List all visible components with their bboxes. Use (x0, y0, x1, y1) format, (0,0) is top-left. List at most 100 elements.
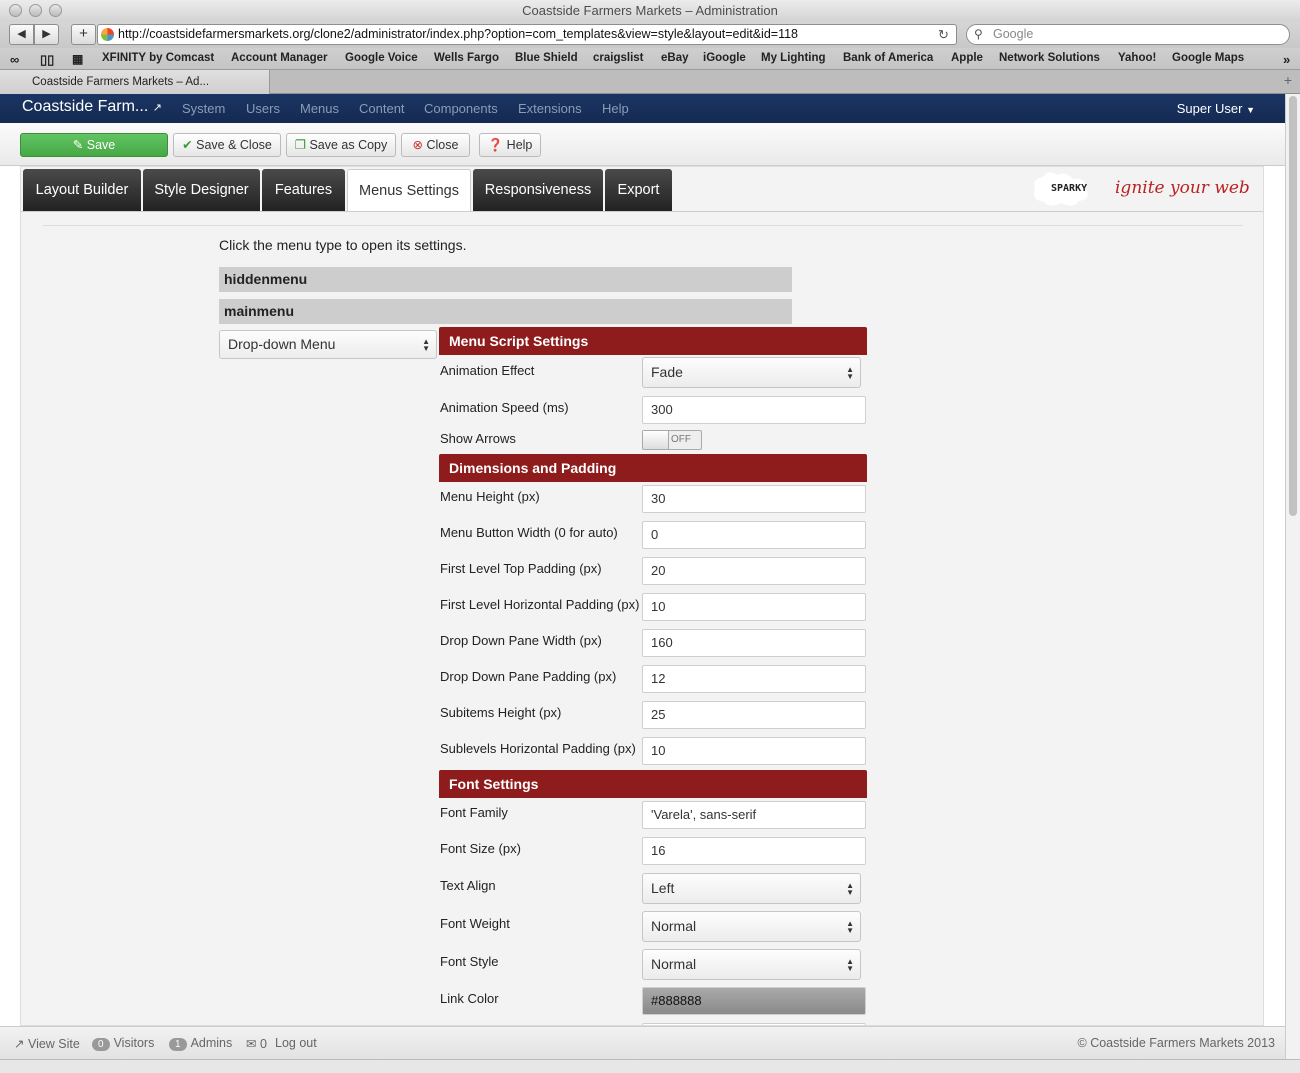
bookmark-item[interactable]: Apple (951, 52, 983, 64)
subitems-height-input[interactable]: 25 (642, 701, 866, 729)
address-bar[interactable]: http://coastsidefarmersmarkets.org/clone… (97, 24, 957, 45)
tab-export[interactable]: Export (605, 169, 672, 211)
check-icon: ✔ (182, 138, 193, 152)
bookmark-item[interactable]: XFINITY by Comcast (102, 52, 214, 64)
save-close-button[interactable]: ✔ Save & Close (173, 133, 281, 157)
question-icon: ❓ (487, 138, 504, 152)
admins-label: Admins (190, 1036, 233, 1050)
label-link-color: Link Color (440, 991, 499, 1006)
save-button[interactable]: ✎ Save (20, 133, 168, 157)
tab-features[interactable]: Features (262, 169, 345, 211)
bookmarks-bar: ∞ ▯▯ ▦ XFINITY by Comcast Account Manage… (0, 48, 1300, 70)
admin-navbar: Coastside Farm... ↗ System Users Menus C… (0, 94, 1285, 123)
font-style-select[interactable]: Normal ▲ ▼ (642, 949, 861, 980)
reload-icon[interactable]: ↻ (938, 27, 949, 43)
animation-effect-select[interactable]: Fade ▲ ▼ (642, 357, 861, 388)
font-family-input[interactable]: 'Varela', sans-serif (642, 801, 866, 829)
browser-tab[interactable]: Coastside Farmers Markets – Ad... (0, 70, 270, 94)
menu-type-value: Drop-down Menu (228, 336, 336, 352)
label-font-family: Font Family (440, 805, 508, 820)
bookmark-item[interactable]: Google Maps (1172, 52, 1244, 64)
tab-style-designer[interactable]: Style Designer (143, 169, 260, 211)
tab-layout-builder[interactable]: Layout Builder (23, 169, 141, 211)
tab-divider (21, 211, 1263, 212)
sparky-tagline: ignite your web (1115, 178, 1250, 198)
forward-button[interactable]: ▶ (34, 24, 59, 45)
help-label: Help (506, 138, 533, 152)
new-tab-icon[interactable]: + (1284, 72, 1292, 88)
menu-item-mainmenu[interactable]: mainmenu (219, 299, 792, 324)
menu-users[interactable]: Users (246, 101, 280, 116)
site-brand-link[interactable]: Coastside Farm... ↗ (22, 98, 162, 116)
top-padding-input[interactable]: 20 (642, 557, 866, 585)
bookmark-item[interactable]: Wells Fargo (434, 52, 499, 64)
search-icon: ⚲ (974, 27, 983, 41)
tab-menus-settings[interactable]: Menus Settings (347, 169, 471, 211)
scrollbar-thumb[interactable] (1289, 96, 1297, 516)
tab-responsiveness[interactable]: Responsiveness (473, 169, 603, 211)
text-align-value: Left (651, 880, 675, 896)
font-style-value: Normal (651, 956, 697, 972)
font-weight-select[interactable]: Normal ▲ ▼ (642, 911, 861, 942)
menu-type-select[interactable]: Drop-down Menu ▲ ▼ (219, 330, 437, 359)
zoom-window-button[interactable] (49, 4, 62, 17)
top-sites-icon[interactable]: ▦ (72, 52, 83, 66)
menu-height-input[interactable]: 30 (642, 485, 866, 513)
section-menu-script: Menu Script Settings (439, 327, 867, 355)
bookmark-item[interactable]: Network Solutions (999, 52, 1100, 64)
bookmark-item[interactable]: eBay (661, 52, 689, 64)
save-copy-button[interactable]: ❐ Save as Copy (286, 133, 396, 157)
bookmark-item[interactable]: Yahoo! (1118, 52, 1156, 64)
bookmark-item[interactable]: Bank of America (843, 52, 933, 64)
minimize-window-button[interactable] (29, 4, 42, 17)
button-width-input[interactable]: 0 (642, 521, 866, 549)
pane-padding-input[interactable]: 12 (642, 665, 866, 693)
bookmark-item[interactable]: iGoogle (703, 52, 746, 64)
browser-toolbar: ◀ ▶ + http://coastsidefarmersmarkets.org… (0, 22, 1300, 48)
menu-menus[interactable]: Menus (300, 101, 339, 116)
sublevels-padding-input[interactable]: 10 (642, 737, 866, 765)
close-button[interactable]: ⊗ Close (401, 133, 470, 157)
menu-system[interactable]: System (182, 101, 225, 116)
admins-status: 1 Admins (169, 1036, 232, 1051)
label-show-arrows: Show Arrows (440, 431, 516, 446)
bookmark-item[interactable]: Blue Shield (515, 52, 578, 64)
close-window-button[interactable] (9, 4, 22, 17)
bookmark-item[interactable]: Google Voice (345, 52, 418, 64)
bookmarks-icon[interactable]: ▯▯ (40, 52, 54, 68)
menu-item-hiddenmenu[interactable]: hiddenmenu (219, 267, 792, 292)
pane-width-input[interactable]: 160 (642, 629, 866, 657)
logout-link[interactable]: Log out (275, 1036, 317, 1050)
show-arrows-toggle[interactable]: OFF (642, 430, 702, 450)
animation-effect-value: Fade (651, 364, 683, 380)
animation-speed-input[interactable]: 300 (642, 396, 866, 424)
more-bookmarks-icon[interactable]: » (1283, 52, 1290, 67)
view-site-link[interactable]: ↗ View Site (14, 1036, 80, 1051)
bookmark-item[interactable]: craigslist (593, 52, 644, 64)
page-scrollbar[interactable] (1285, 94, 1300, 1059)
add-bookmark-button[interactable]: + (71, 24, 96, 45)
menu-content[interactable]: Content (359, 101, 405, 116)
select-arrows-icon: ▲ ▼ (846, 957, 854, 973)
label-sublevels-padding: Sublevels Horizontal Padding (px) (440, 741, 636, 756)
bookmark-item[interactable]: My Lighting (761, 52, 826, 64)
link-color-input[interactable]: #888888 (642, 987, 866, 1015)
menu-extensions[interactable]: Extensions (518, 101, 582, 116)
select-arrows-icon: ▲ ▼ (846, 881, 854, 897)
label-font-style: Font Style (440, 954, 499, 969)
text-align-select[interactable]: Left ▲ ▼ (642, 873, 861, 904)
user-menu[interactable]: Super User ▼ (1177, 101, 1255, 116)
help-button[interactable]: ❓ Help (479, 133, 541, 157)
font-weight-value: Normal (651, 918, 697, 934)
reading-list-icon[interactable]: ∞ (10, 52, 19, 67)
back-button[interactable]: ◀ (9, 24, 34, 45)
menu-help[interactable]: Help (602, 101, 629, 116)
window-titlebar: Coastside Farmers Markets – Administrati… (0, 0, 1300, 22)
search-field[interactable]: ⚲ Google (966, 24, 1290, 45)
search-placeholder: Google (993, 27, 1034, 41)
copy-icon: ❐ (294, 138, 306, 152)
bookmark-item[interactable]: Account Manager (231, 52, 328, 64)
menu-components[interactable]: Components (424, 101, 498, 116)
horizontal-padding-input[interactable]: 10 (642, 593, 866, 621)
font-size-input[interactable]: 16 (642, 837, 866, 865)
